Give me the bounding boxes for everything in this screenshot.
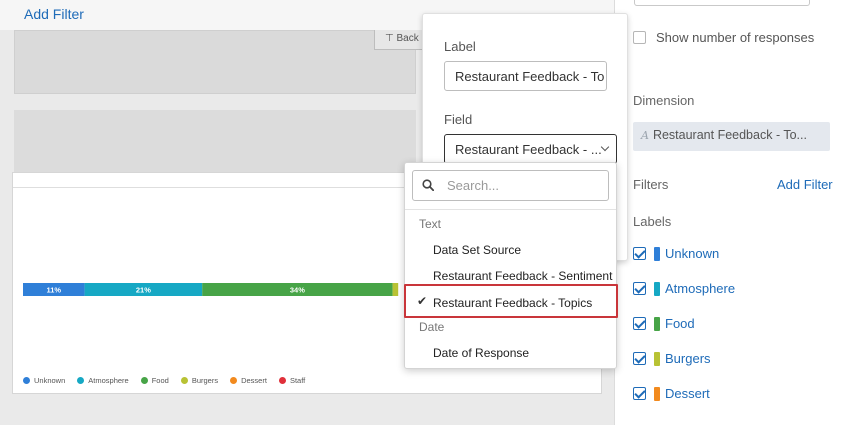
color-swatch[interactable] <box>654 281 660 296</box>
search-icon <box>422 179 434 191</box>
field-select[interactable]: Restaurant Feedback - ... <box>444 134 617 164</box>
label-name[interactable]: Atmosphere <box>665 281 735 296</box>
show-responses-option[interactable]: Show number of responses <box>633 30 814 45</box>
widget-card <box>14 30 416 94</box>
legend-item-dessert: Dessert <box>230 376 267 385</box>
legend-dot <box>23 377 30 384</box>
group-header-text: Text <box>419 217 442 231</box>
panel-add-filter-link[interactable]: Add Filter <box>777 177 833 192</box>
bar-label-atmosphere: 21% <box>136 286 151 295</box>
color-swatch[interactable] <box>654 316 660 331</box>
label-row-unknown[interactable]: Unknown <box>633 246 719 261</box>
field-dropdown-menu: Search... Text Data Set Source Restauran… <box>404 162 618 369</box>
dropdown-search-input[interactable]: Search... <box>412 170 609 201</box>
bar-segment-burgers[interactable] <box>392 283 399 296</box>
edit-panel: Show number of responses Dimension A Rest… <box>614 0 850 425</box>
label-name[interactable]: Food <box>665 316 695 331</box>
menu-item-date-of-response[interactable]: Date of Response <box>433 346 529 360</box>
label-name[interactable]: Unknown <box>665 246 719 261</box>
legend-dot <box>278 377 286 384</box>
description-textarea[interactable] <box>634 0 810 6</box>
label-checkbox[interactable] <box>633 282 646 295</box>
legend-dot <box>77 377 85 384</box>
show-responses-checkbox[interactable] <box>633 31 646 44</box>
dimension-value: Restaurant Feedback - To... <box>652 128 807 142</box>
label-input[interactable]: Restaurant Feedback - To <box>444 61 607 91</box>
bar-label-food: 34% <box>290 286 305 295</box>
checkmark-icon: ✔ <box>417 294 428 308</box>
legend-item-food: Food <box>140 376 169 385</box>
chart-legend: Unknown Atmosphere Food Burgers Dessert Staff <box>23 376 317 385</box>
legend-label: Staff <box>289 376 306 385</box>
label-row-dessert[interactable]: Dessert <box>633 386 710 401</box>
label-field-title: Label <box>444 39 476 54</box>
filters-title: Filters <box>633 177 669 192</box>
legend-item-atmosphere: Atmosphere <box>77 376 129 385</box>
legend-item-staff: Staff <box>278 376 306 385</box>
legend-label: Atmosphere <box>88 376 129 385</box>
legend-label: Burgers <box>191 376 219 385</box>
legend-dot <box>140 377 148 384</box>
label-row-burgers[interactable]: Burgers <box>633 351 711 366</box>
legend-item-burgers: Burgers <box>180 376 219 385</box>
legend-dot <box>230 377 238 384</box>
color-swatch[interactable] <box>654 351 660 366</box>
legend-item-unknown: Unknown <box>23 376 65 385</box>
legend-label: Dessert <box>241 376 267 385</box>
show-responses-label: Show number of responses <box>656 30 815 45</box>
text-field-icon: A <box>641 129 649 142</box>
search-placeholder: Search... <box>447 178 500 193</box>
field-title: Field <box>444 112 473 127</box>
label-checkbox[interactable] <box>633 247 646 260</box>
add-filter-link[interactable]: Add Filter <box>24 6 84 22</box>
color-swatch[interactable] <box>654 386 660 401</box>
color-swatch[interactable] <box>654 246 660 261</box>
label-row-atmosphere[interactable]: Atmosphere <box>633 281 735 296</box>
labels-title: Labels <box>633 214 672 229</box>
label-checkbox[interactable] <box>633 387 646 400</box>
legend-label: Unknown <box>34 376 66 385</box>
menu-item-data-set-source[interactable]: Data Set Source <box>433 243 521 257</box>
label-checkbox[interactable] <box>633 317 646 330</box>
label-name[interactable]: Burgers <box>665 351 711 366</box>
widget-card-placeholder <box>14 110 416 172</box>
menu-item-sentiment[interactable]: Restaurant Feedback - Sentiment <box>433 269 612 283</box>
label-checkbox[interactable] <box>633 352 646 365</box>
group-header-date: Date <box>419 320 445 334</box>
label-row-food[interactable]: Food <box>633 316 695 331</box>
back-button[interactable]: ⊤ Back <box>374 30 424 50</box>
legend-dot <box>180 377 188 384</box>
dimension-field[interactable]: A Restaurant Feedback - To... <box>633 122 830 151</box>
chevron-down-icon <box>600 142 610 152</box>
divider <box>405 209 616 210</box>
label-name[interactable]: Dessert <box>665 386 710 401</box>
menu-item-topics[interactable]: Restaurant Feedback - Topics <box>433 296 592 310</box>
dimension-title: Dimension <box>633 93 695 108</box>
legend-label: Food <box>151 376 169 385</box>
bar-label-unknown: 11% <box>46 286 61 295</box>
field-select-value: Restaurant Feedback - ... <box>455 142 602 157</box>
